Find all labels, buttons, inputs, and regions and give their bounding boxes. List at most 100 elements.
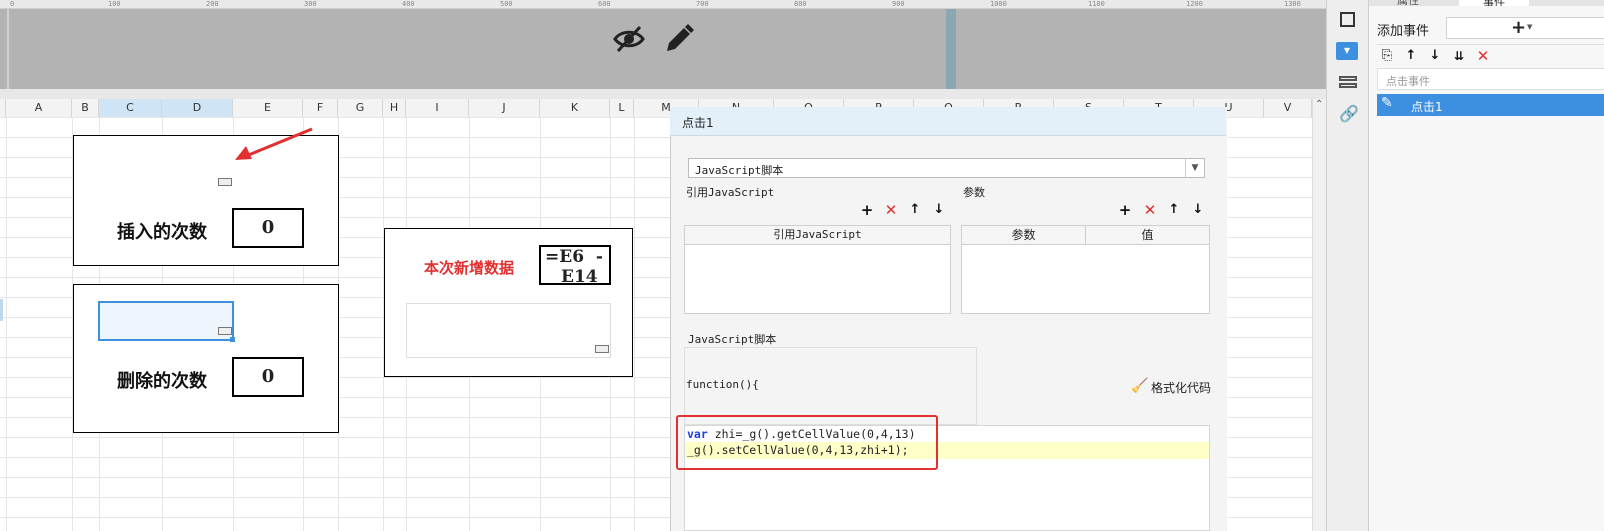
event-list-item[interactable]: ✎ 点击1 xyxy=(1377,94,1604,116)
formula-line: =E6 - xyxy=(545,247,603,267)
broom-icon[interactable]: 🧹 xyxy=(1131,378,1148,394)
arrow-down-icon[interactable]: ↓ xyxy=(1427,48,1443,64)
widget-handle-icon[interactable] xyxy=(595,345,609,353)
add-icon[interactable]: + xyxy=(1117,202,1133,218)
panel-tabs: 属性 事件 xyxy=(1369,0,1604,6)
event-type-placeholder: 点击事件 xyxy=(1386,75,1430,88)
js-script-section-title: JavaScript脚本 xyxy=(688,333,777,346)
preview-resize-handle[interactable] xyxy=(946,9,956,89)
widget-handle-icon[interactable] xyxy=(218,327,232,335)
insert-count-value[interactable]: 0 xyxy=(232,208,304,248)
delete-icon[interactable]: ✕ xyxy=(1475,48,1491,64)
ruler-tick: 900 xyxy=(892,0,905,8)
column-header[interactable]: H xyxy=(383,99,406,117)
new-data-widget[interactable] xyxy=(406,303,611,358)
pencil-icon[interactable] xyxy=(662,22,694,56)
selected-cell[interactable] xyxy=(98,301,234,341)
arrow-down-icon[interactable]: ↓ xyxy=(1190,202,1206,218)
params-section-title: 参数 xyxy=(963,186,985,199)
tab-attributes[interactable]: 属性 xyxy=(1397,0,1419,6)
params-table[interactable]: 参数 值 xyxy=(961,225,1210,314)
move-bottom-icon[interactable]: ⇊ xyxy=(1451,48,1467,64)
ruler-tick: 1300 xyxy=(1284,0,1301,8)
column-header[interactable]: J xyxy=(469,99,540,117)
ruler-tick: 1200 xyxy=(1186,0,1203,8)
column-header[interactable]: F xyxy=(303,99,338,117)
event-toolbar: ⎘ ↑ ↓ ⇊ ✕ xyxy=(1377,44,1604,69)
ref-js-column-header: 引用JavaScript xyxy=(685,226,950,245)
column-header[interactable]: G xyxy=(338,99,383,117)
side-icon-column: ▼ 🔗 xyxy=(1326,0,1369,531)
delete-icon[interactable]: ✕ xyxy=(883,202,899,218)
dropdown-widget-icon[interactable]: ▼ xyxy=(1336,42,1358,60)
chevron-up-icon[interactable]: ⌃ xyxy=(1315,99,1323,110)
ruler-tick: 600 xyxy=(598,0,611,8)
function-signature: function(){ xyxy=(686,378,759,391)
event-type-header: 点击事件 xyxy=(1377,68,1604,90)
arrow-up-icon[interactable]: ↑ xyxy=(907,202,923,218)
format-code-button[interactable]: 格式化代码 xyxy=(1151,379,1211,396)
ruler-tick: 800 xyxy=(794,0,807,8)
ruler-tick: 700 xyxy=(696,0,709,8)
arrow-up-icon[interactable]: ↑ xyxy=(1166,202,1182,218)
params-column-header: 参数 xyxy=(962,226,1086,245)
column-header[interactable]: A xyxy=(6,99,72,117)
red-arrow-annotation xyxy=(232,126,316,162)
list-widget-icon[interactable] xyxy=(1339,76,1357,90)
ref-js-section-title: 引用JavaScript xyxy=(686,186,775,199)
value-column-header: 值 xyxy=(1086,226,1209,245)
add-event-label: 添加事件 xyxy=(1377,24,1430,39)
add-event-button[interactable]: + ▼ xyxy=(1446,17,1604,39)
arrow-up-icon[interactable]: ↑ xyxy=(1403,48,1419,64)
add-event-plus: + xyxy=(1511,17,1527,38)
arrow-down-icon[interactable]: ↓ xyxy=(931,202,947,218)
column-header[interactable]: B xyxy=(72,99,99,117)
top-ruler: 0 100 200 300 400 500 600 700 800 900 10… xyxy=(0,0,1326,9)
column-header[interactable]: D xyxy=(162,99,233,117)
red-highlight-box xyxy=(676,415,938,470)
event-item-label: 点击1 xyxy=(1411,100,1443,114)
ruler-tick: 0 xyxy=(10,0,15,8)
link-icon[interactable]: 🔗 xyxy=(1339,104,1359,123)
script-type-value: JavaScript脚本 xyxy=(695,164,784,177)
delete-count-value[interactable]: 0 xyxy=(232,357,304,397)
eye-slash-icon[interactable] xyxy=(612,22,646,56)
copy-icon[interactable]: ⎘ xyxy=(1379,48,1395,64)
edit-pencil-icon[interactable]: ✎ xyxy=(1381,95,1393,111)
caret-down-icon: ▼ xyxy=(1527,23,1533,31)
column-header[interactable]: C xyxy=(99,99,162,117)
column-header[interactable]: K xyxy=(540,99,610,117)
ruler-tick: 500 xyxy=(500,0,513,8)
delete-icon[interactable]: ✕ xyxy=(1142,202,1158,218)
column-header[interactable]: I xyxy=(406,99,469,117)
new-data-label: 本次新增数据 xyxy=(424,259,515,277)
chevron-down-icon[interactable]: ▼ xyxy=(1185,159,1204,177)
new-data-formula-cell[interactable]: =E6 - E14 xyxy=(539,245,611,285)
script-type-select[interactable]: JavaScript脚本 ▼ xyxy=(688,158,1205,178)
dialog-title-bar: 点击1 xyxy=(670,107,1226,136)
delete-count-label: 删除的次数 xyxy=(117,371,207,392)
insert-count-label: 插入的次数 xyxy=(117,222,207,243)
vertical-scrollbar[interactable]: ⌃ xyxy=(1312,99,1327,531)
ref-js-table[interactable]: 引用JavaScript xyxy=(684,225,951,314)
column-header[interactable]: E xyxy=(233,99,303,117)
ruler-tick: 300 xyxy=(304,0,317,8)
widget-handle-icon[interactable] xyxy=(218,178,232,186)
ruler-tick: 200 xyxy=(206,0,219,8)
frame-icon[interactable] xyxy=(1340,12,1355,27)
formula-line: E14 xyxy=(561,267,598,285)
tab-events[interactable]: 事件 xyxy=(1459,0,1529,6)
vertical-ruler xyxy=(7,9,9,89)
ruler-tick: 1100 xyxy=(1088,0,1105,8)
column-header[interactable]: L xyxy=(610,99,634,117)
event-side-panel: 属性 事件 添加事件 + ▼ ⎘ ↑ ↓ ⇊ ✕ 点击事件 ✎ 点击1 xyxy=(1368,0,1604,531)
row-selection-marker xyxy=(0,299,3,321)
ruler-tick: 400 xyxy=(402,0,415,8)
column-header[interactable]: V xyxy=(1264,99,1312,117)
dialog-title: 点击1 xyxy=(682,116,714,130)
add-icon[interactable]: + xyxy=(859,202,875,218)
fill-handle[interactable] xyxy=(230,337,235,342)
separator xyxy=(0,89,1326,99)
ruler-tick: 100 xyxy=(108,0,121,8)
ruler-tick: 1000 xyxy=(990,0,1007,8)
